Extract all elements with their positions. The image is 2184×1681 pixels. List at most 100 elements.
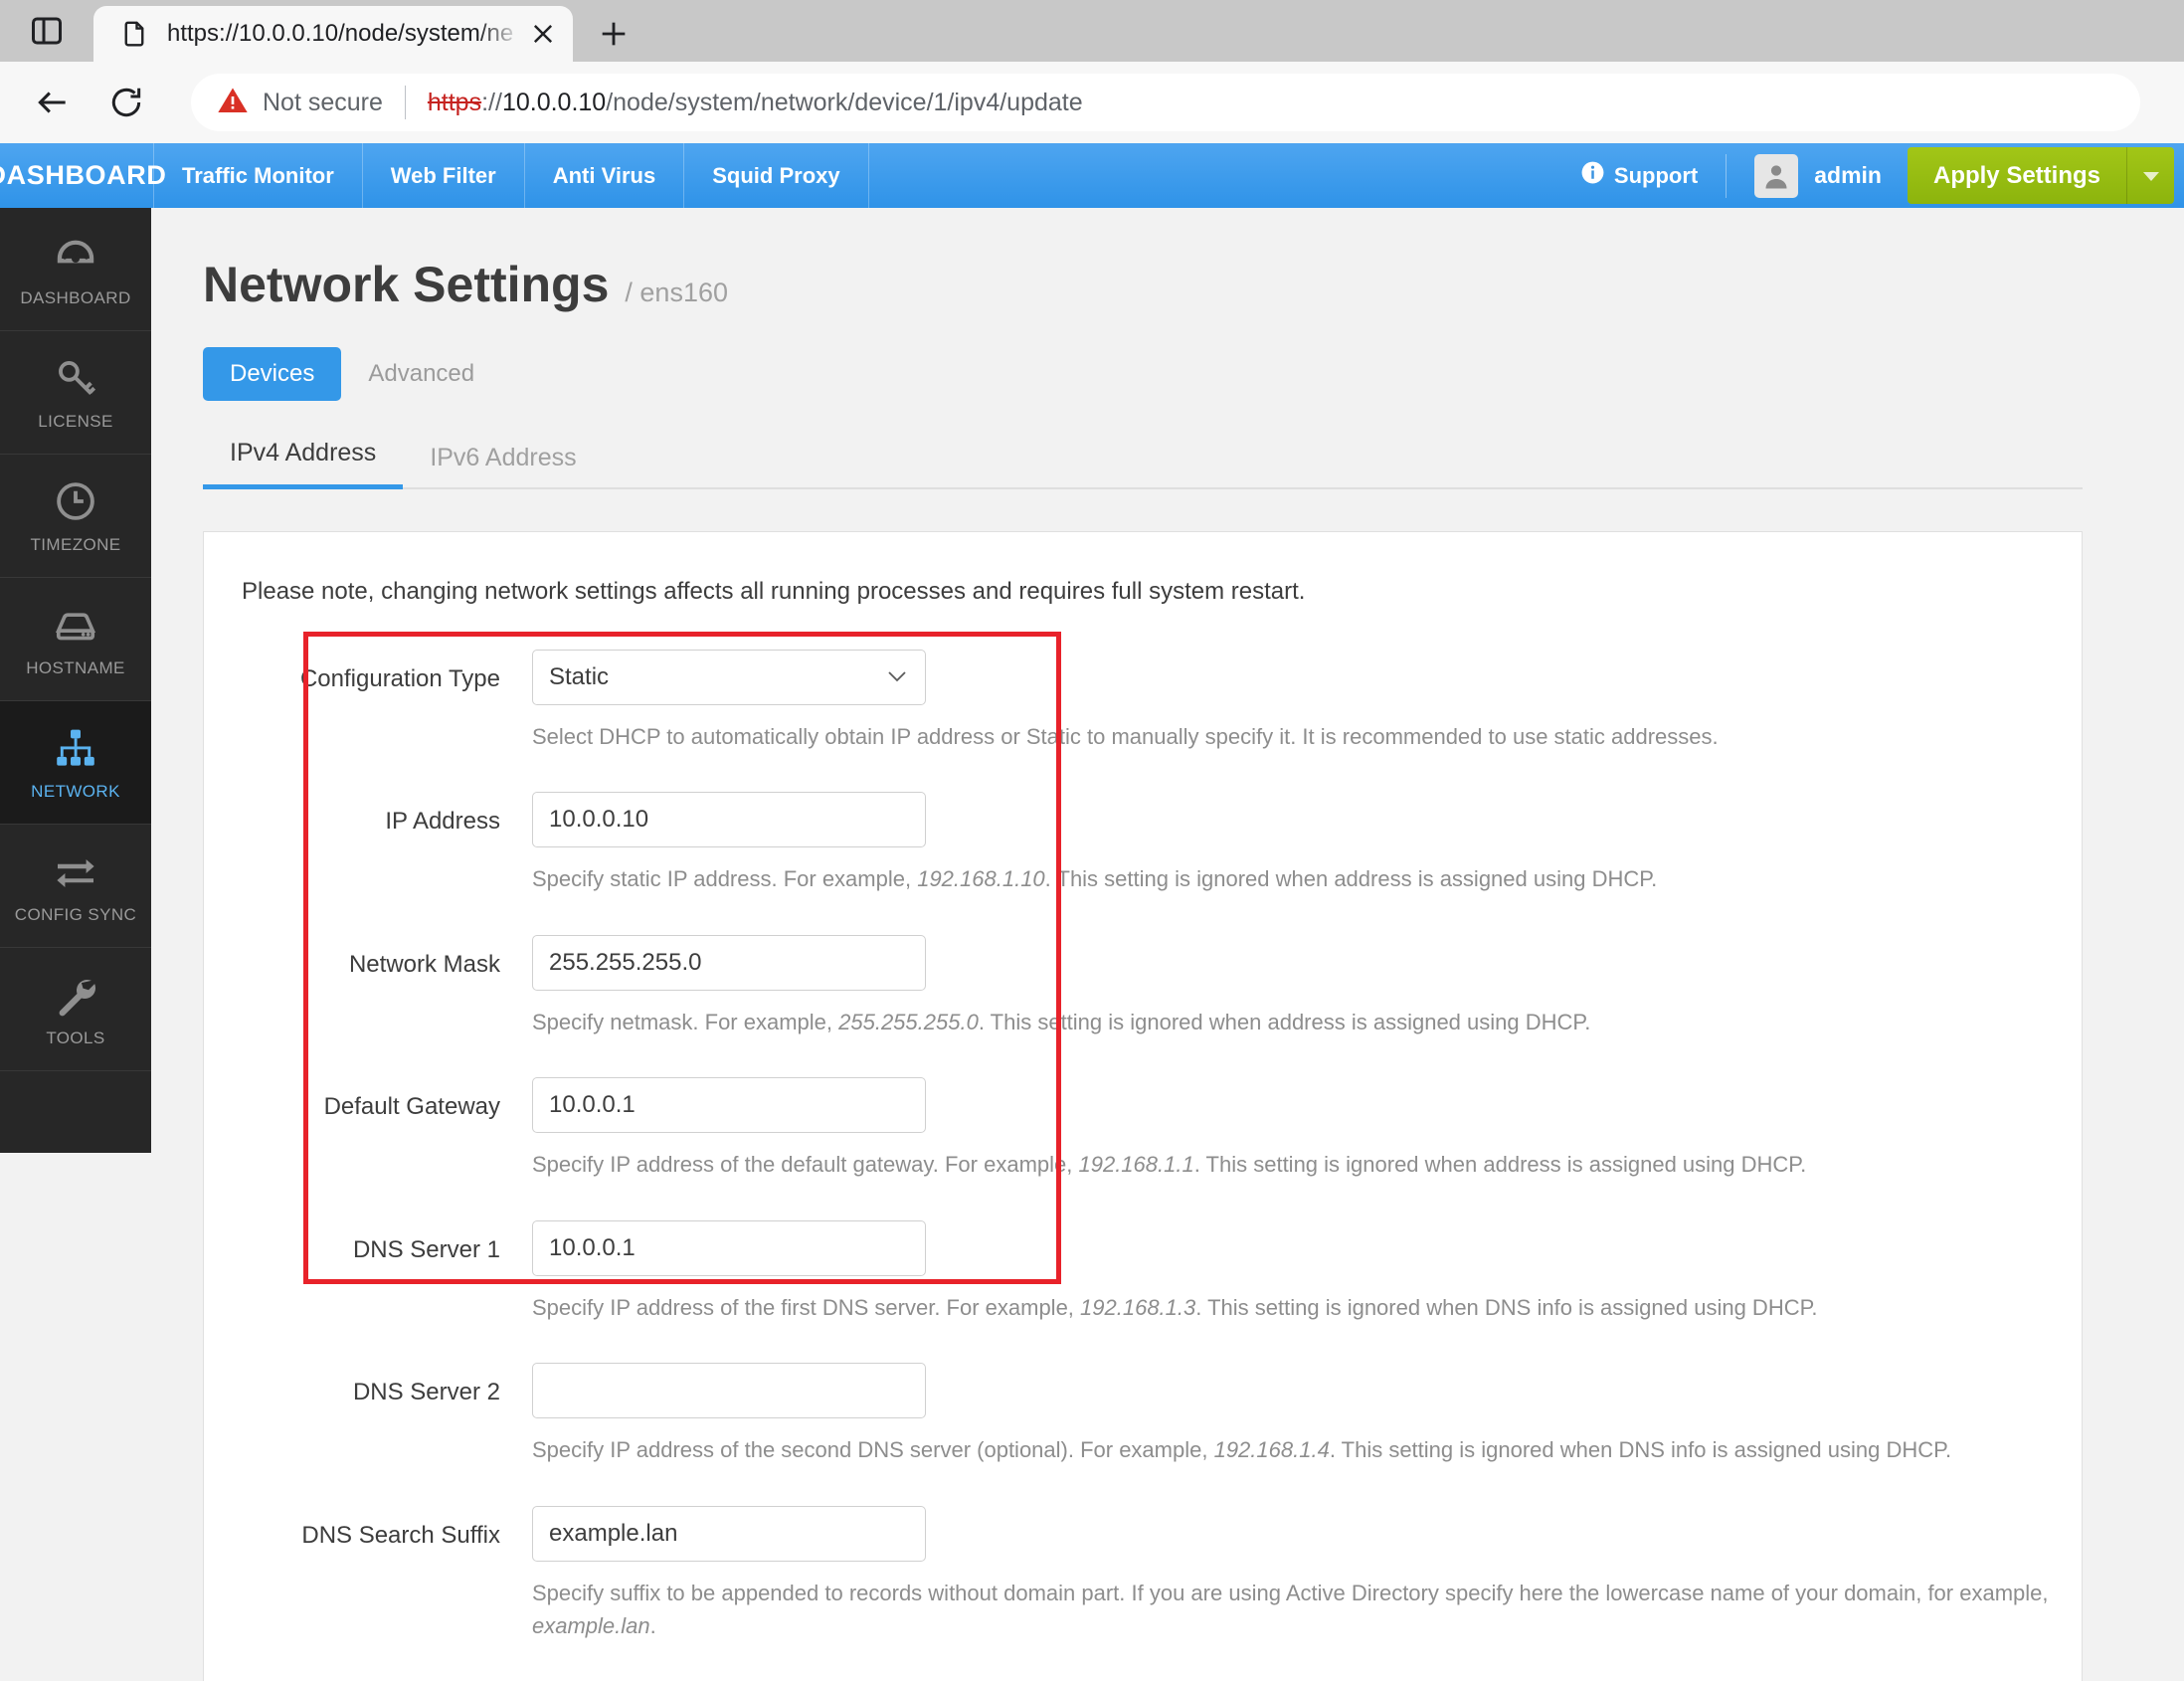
tab-devices[interactable]: Devices: [203, 347, 342, 401]
field-row-network-mask: Network Mask 255.255.255.0 Specify netma…: [204, 934, 2082, 1072]
new-tab-button[interactable]: [583, 6, 644, 62]
page-title: Network Settings: [203, 257, 610, 312]
help-configuration-type: Select DHCP to automatically obtain IP a…: [532, 724, 1719, 749]
ipv4-form: Configuration Type Static Select DHCP to…: [204, 616, 2082, 1681]
wrench-icon: [53, 970, 98, 1020]
sidebar-item-config-sync[interactable]: CONFIG SYNC: [0, 825, 151, 948]
field-row-ip-address: IP Address 10.0.0.10 Specify static IP a…: [204, 792, 2082, 929]
label-default-gateway: Default Gateway: [323, 1093, 500, 1121]
nav-item-web-filter[interactable]: Web Filter: [363, 143, 525, 208]
tab-title: https://10.0.0.10/node/system/ne: [167, 20, 514, 47]
label-network-mask: Network Mask: [348, 950, 500, 978]
sidebar-item-timezone[interactable]: TIMEZONE: [0, 455, 151, 578]
settings-card: Please note, changing network settings a…: [203, 531, 2083, 1681]
nav-item-anti-virus[interactable]: Anti Virus: [525, 143, 685, 208]
support-label: Support: [1613, 162, 1699, 188]
nav-item-squid-proxy[interactable]: Squid Proxy: [684, 143, 869, 208]
user-avatar-icon: [1754, 153, 1799, 198]
server-icon: [53, 600, 98, 650]
apply-settings-button[interactable]: Apply Settings: [1907, 147, 2126, 204]
back-arrow-icon[interactable]: [22, 72, 84, 133]
tab-advanced[interactable]: Advanced: [341, 347, 501, 401]
browser-chrome: https://10.0.0.10/node/system/ne Not sec…: [0, 0, 2184, 143]
segment-tabs: Devices Advanced: [203, 347, 2184, 401]
app-header: DASHBOARD Traffic Monitor Web Filter Ant…: [0, 143, 2184, 208]
label-ip-address: IP Address: [385, 808, 500, 836]
dns-server-2-input[interactable]: [532, 1363, 926, 1419]
info-circle-icon: [1580, 160, 1605, 191]
dns-search-suffix-input[interactable]: example.lan: [532, 1505, 926, 1562]
configuration-type-select[interactable]: Static: [532, 650, 926, 705]
ip-address-value: 10.0.0.10: [549, 806, 649, 834]
header-divider: [1726, 153, 1728, 198]
url-scheme: https: [427, 88, 482, 116]
support-link[interactable]: Support: [1580, 160, 1698, 191]
field-row-dns-server-2: DNS Server 2 Specify IP address of the s…: [204, 1363, 2082, 1500]
label-dns-server-1: DNS Server 1: [352, 1235, 500, 1263]
help-ip-address: Specify static IP address. For example, …: [532, 866, 1658, 892]
network-tree-icon: [53, 723, 98, 773]
document-icon: [119, 19, 149, 49]
sidebar-item-license[interactable]: LICENSE: [0, 331, 151, 455]
app-body: DASHBOARD LICENSE TIMEZONE HOSTNAME NETW…: [0, 208, 2184, 1681]
sidebar-label-hostname: HOSTNAME: [26, 658, 125, 677]
field-row-configuration-type: Configuration Type Static Select DHCP to…: [204, 650, 2082, 787]
dns-search-suffix-value: example.lan: [549, 1519, 678, 1547]
note-text: Please note, changing network settings a…: [242, 578, 1306, 605]
help-dns-server-2: Specify IP address of the second DNS ser…: [532, 1437, 1952, 1463]
label-configuration-type: Configuration Type: [299, 665, 500, 692]
sidebar-item-dashboard[interactable]: DASHBOARD: [0, 208, 151, 331]
gauge-icon: [53, 230, 98, 280]
security-label: Not secure: [263, 88, 383, 116]
sidebar-label-network: NETWORK: [31, 782, 120, 801]
sidebar-label-config-sync: CONFIG SYNC: [14, 905, 137, 924]
key-icon: [54, 353, 97, 403]
network-mask-input[interactable]: 255.255.255.0: [532, 934, 926, 991]
panel-icon[interactable]: [0, 0, 93, 62]
security-indicator[interactable]: Not secure: [217, 85, 383, 121]
nav-item-traffic-monitor[interactable]: Traffic Monitor: [154, 143, 363, 208]
field-row-default-gateway: Default Gateway 10.0.0.1 Specify IP addr…: [204, 1077, 2082, 1214]
ip-address-input[interactable]: 10.0.0.10: [532, 792, 926, 848]
tab-ipv4-address[interactable]: IPv4 Address: [203, 439, 404, 489]
sidebar-label-dashboard: DASHBOARD: [20, 288, 131, 307]
url-separator: ://: [481, 88, 502, 116]
clock-icon: [54, 476, 97, 526]
close-icon[interactable]: [521, 12, 565, 56]
caret-down-icon[interactable]: [2126, 147, 2174, 204]
sync-arrows-icon: [52, 846, 99, 896]
chevron-down-icon: [885, 663, 909, 691]
network-mask-value: 255.255.255.0: [549, 948, 702, 976]
dns-server-1-input[interactable]: 10.0.0.1: [532, 1219, 926, 1276]
help-dns-search-suffix: Specify suffix to be appended to records…: [532, 1580, 2049, 1639]
app-header-right: Support admin Apply Settings: [1580, 143, 2184, 208]
app-nav: Traffic Monitor Web Filter Anti Virus Sq…: [154, 143, 869, 208]
sidebar-label-tools: TOOLS: [46, 1028, 105, 1047]
address-bar[interactable]: Not secure https://10.0.0.10/node/system…: [191, 74, 2140, 131]
sub-tabs: IPv4 Address IPv6 Address: [203, 439, 2083, 489]
sidebar-item-tools[interactable]: TOOLS: [0, 948, 151, 1071]
page-subtitle: / ens160: [625, 278, 728, 307]
user-chip[interactable]: admin: [1754, 153, 1882, 198]
tab-strip: https://10.0.0.10/node/system/ne: [0, 0, 2184, 62]
application-window: DASHBOARD Traffic Monitor Web Filter Ant…: [0, 143, 2184, 1681]
omnibox-divider: [404, 86, 406, 119]
default-gateway-input[interactable]: 10.0.0.1: [532, 1077, 926, 1134]
sidebar-item-hostname[interactable]: HOSTNAME: [0, 578, 151, 701]
sidebar-item-network[interactable]: NETWORK: [0, 701, 151, 825]
dns-server-1-value: 10.0.0.1: [549, 1233, 636, 1261]
brand-logo[interactable]: DASHBOARD: [0, 143, 166, 208]
username-label: admin: [1814, 162, 1882, 188]
sidebar: DASHBOARD LICENSE TIMEZONE HOSTNAME NETW…: [0, 208, 151, 1153]
help-default-gateway: Specify IP address of the default gatewa…: [532, 1152, 1807, 1178]
apply-settings-group: Apply Settings: [1907, 147, 2174, 204]
label-dns-search-suffix: DNS Search Suffix: [301, 1521, 500, 1549]
sidebar-label-timezone: TIMEZONE: [30, 535, 121, 554]
browser-tab[interactable]: https://10.0.0.10/node/system/ne: [93, 6, 573, 62]
help-network-mask: Specify netmask. For example, 255.255.25…: [532, 1009, 1591, 1034]
field-row-dns-search-suffix: DNS Search Suffix example.lan Specify su…: [204, 1505, 2082, 1677]
tab-ipv6-address[interactable]: IPv6 Address: [403, 444, 603, 489]
warning-triangle-icon: [217, 85, 249, 121]
label-dns-server-2: DNS Server 2: [352, 1379, 500, 1406]
reload-icon[interactable]: [95, 72, 157, 133]
